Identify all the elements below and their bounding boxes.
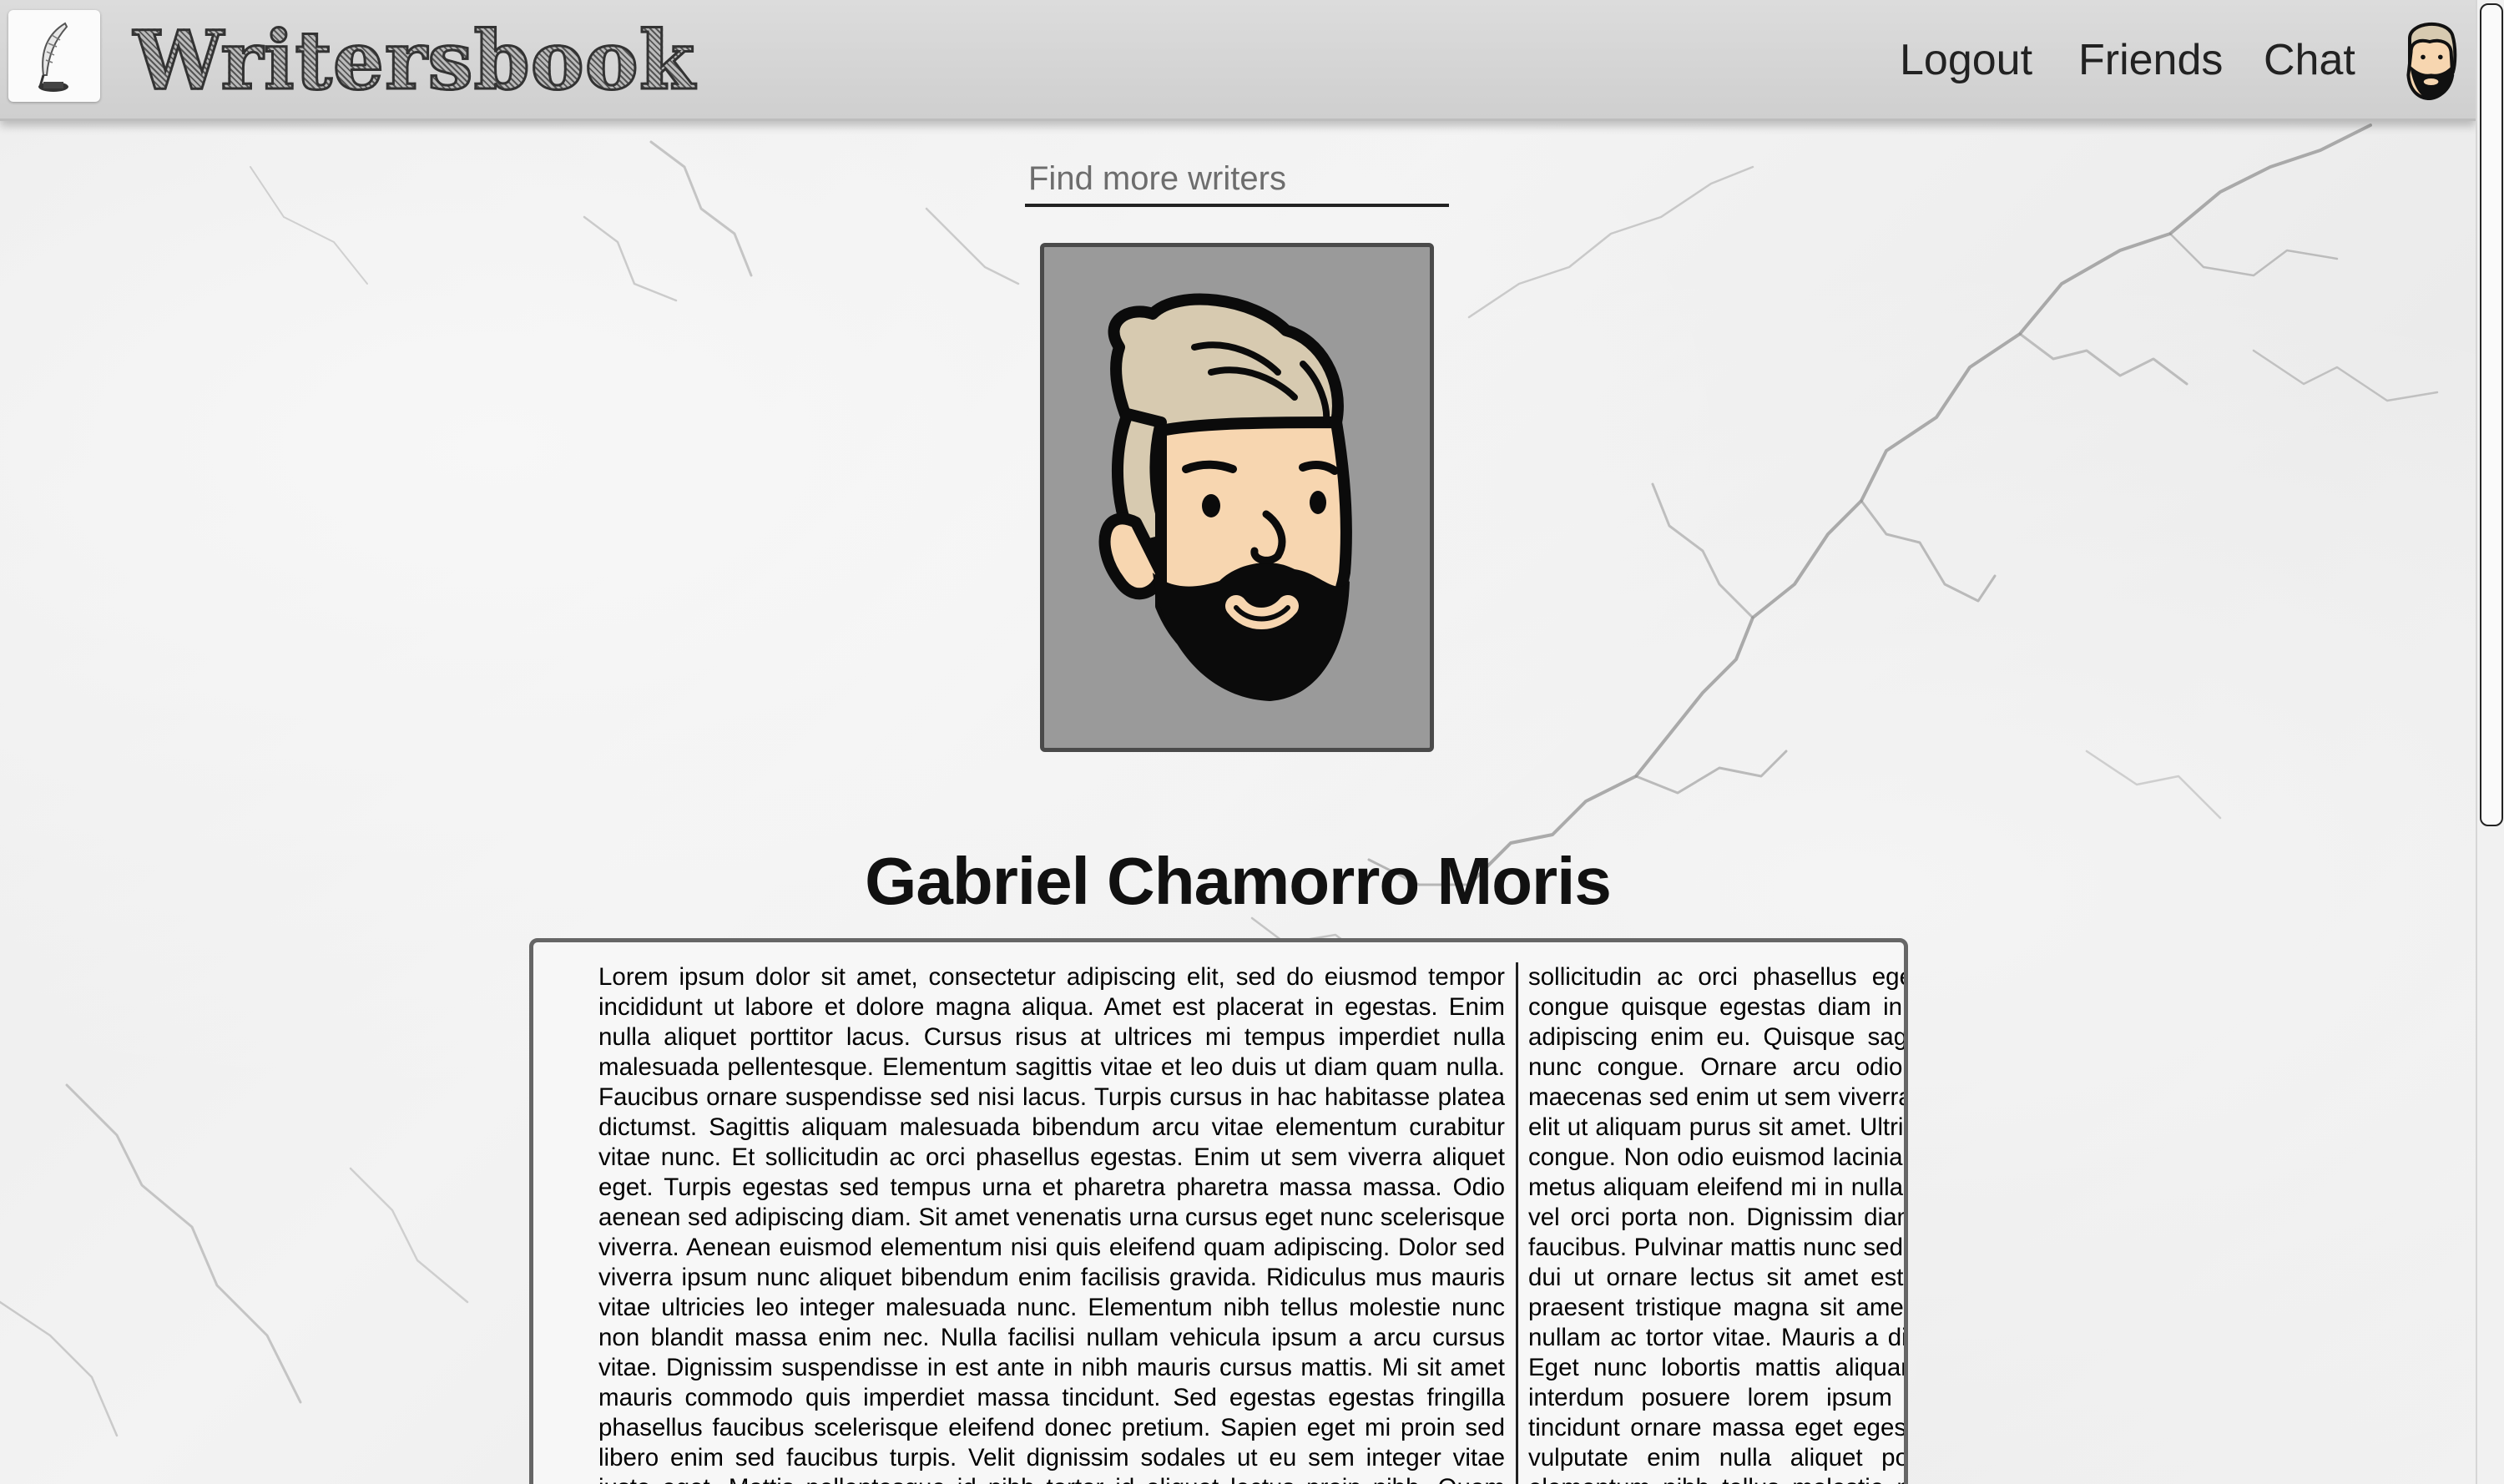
- nav-friends[interactable]: Friends: [2078, 25, 2223, 95]
- scrollbar-thumb[interactable]: [2480, 3, 2503, 826]
- profile-name: Gabriel Chamorro Moris: [865, 844, 1612, 918]
- bio-text: Lorem ipsum dolor sit amet, consectetur …: [598, 963, 1908, 1484]
- quill-pen-icon: [38, 22, 68, 92]
- nav-logout[interactable]: Logout: [1900, 25, 2032, 95]
- page-scrollbar[interactable]: [2476, 0, 2504, 1484]
- bearded-man-avatar-icon: [1098, 293, 1352, 701]
- top-navbar: Writersbook Logout Friends Chat: [0, 0, 2476, 121]
- find-writers-search-input[interactable]: [1025, 154, 1449, 207]
- profile-picture: [1040, 243, 1434, 752]
- bio-panel[interactable]: Lorem ipsum dolor sit amet, consectetur …: [529, 938, 1908, 1484]
- bearded-man-avatar-icon: [2406, 23, 2457, 101]
- nav-chat[interactable]: Chat: [2264, 25, 2355, 95]
- home-logo-button[interactable]: [8, 10, 100, 102]
- user-avatar[interactable]: [2395, 15, 2464, 102]
- brand-title[interactable]: Writersbook: [132, 7, 695, 115]
